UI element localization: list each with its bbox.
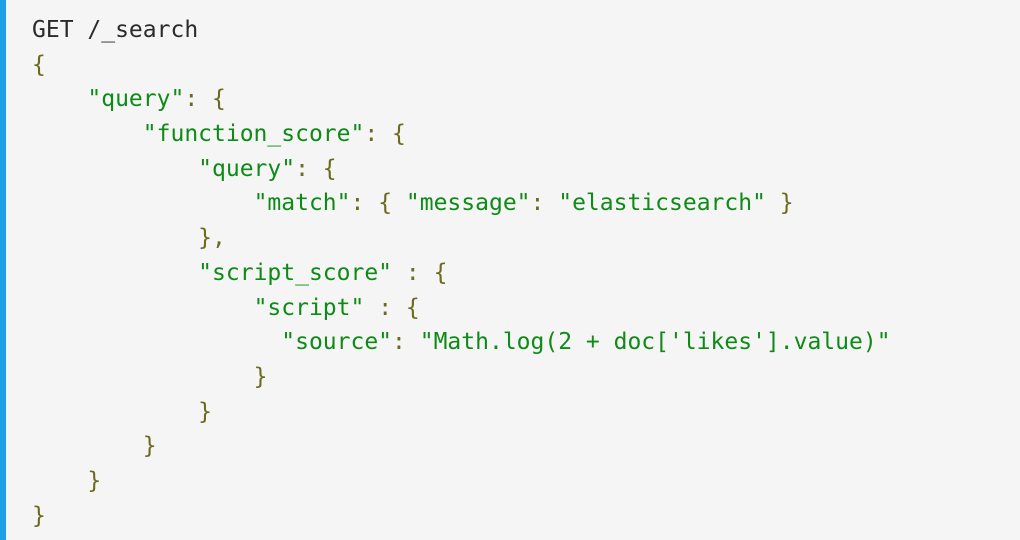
code-string-token: "script" (253, 294, 365, 321)
code-punctuation-token: : { (364, 121, 406, 148)
code-string-token: "message" (405, 190, 531, 217)
code-punctuation-token: : { (184, 86, 226, 113)
code-string-token: "query" (87, 86, 185, 113)
code-punctuation-token: : (530, 190, 559, 217)
code-line: } (32, 464, 891, 499)
code-text-token: GET /_search (32, 17, 199, 43)
code-punctuation-token: : { (295, 155, 337, 182)
code-line: "function_score": { (32, 117, 891, 152)
code-punctuation-token: : { (364, 294, 420, 321)
code-line: "script" : { (32, 291, 891, 326)
code-punctuation-token: } (32, 502, 46, 529)
code-string-token: "elasticsearch" (558, 190, 766, 217)
code-line: { (32, 48, 891, 83)
code-punctuation-token: : { (350, 190, 406, 217)
code-string-token: "source" (281, 329, 393, 356)
code-line: "source": "Math.log(2 + doc['likes'].val… (32, 325, 891, 360)
code-line: "query": { (32, 82, 891, 117)
code-punctuation-token: : { (392, 259, 448, 286)
code-line: GET /_search (32, 13, 891, 48)
code-punctuation-token: } (87, 467, 102, 494)
code-block: GET /_search{ "query": { "function_score… (0, 0, 1020, 540)
code-line: "script_score" : { (32, 256, 891, 291)
code-string-token: "function_score" (142, 121, 365, 148)
code-punctuation-token: } (198, 398, 213, 425)
code-punctuation-token: : (392, 329, 420, 356)
code-line: } (32, 360, 891, 395)
code-punctuation-token: }, (198, 225, 226, 252)
code-line: "match": { "message": "elasticsearch" } (32, 186, 891, 221)
code-string-token: "query" (198, 155, 296, 182)
code-listing: GET /_search{ "query": { "function_score… (32, 13, 891, 533)
code-string-token: "Math.log(2 + doc['likes'].value)" (419, 329, 891, 356)
code-punctuation-token: } (765, 190, 794, 217)
code-punctuation-token: } (142, 433, 157, 460)
code-line: "query": { (32, 152, 891, 187)
code-line: } (32, 499, 891, 534)
code-string-token: "match" (253, 190, 351, 217)
code-punctuation-token: { (32, 51, 46, 78)
code-line: } (32, 429, 891, 464)
code-string-token: "script_score" (198, 259, 393, 286)
code-line: }, (32, 221, 891, 256)
code-line: } (32, 395, 891, 430)
code-punctuation-token: } (253, 363, 268, 390)
